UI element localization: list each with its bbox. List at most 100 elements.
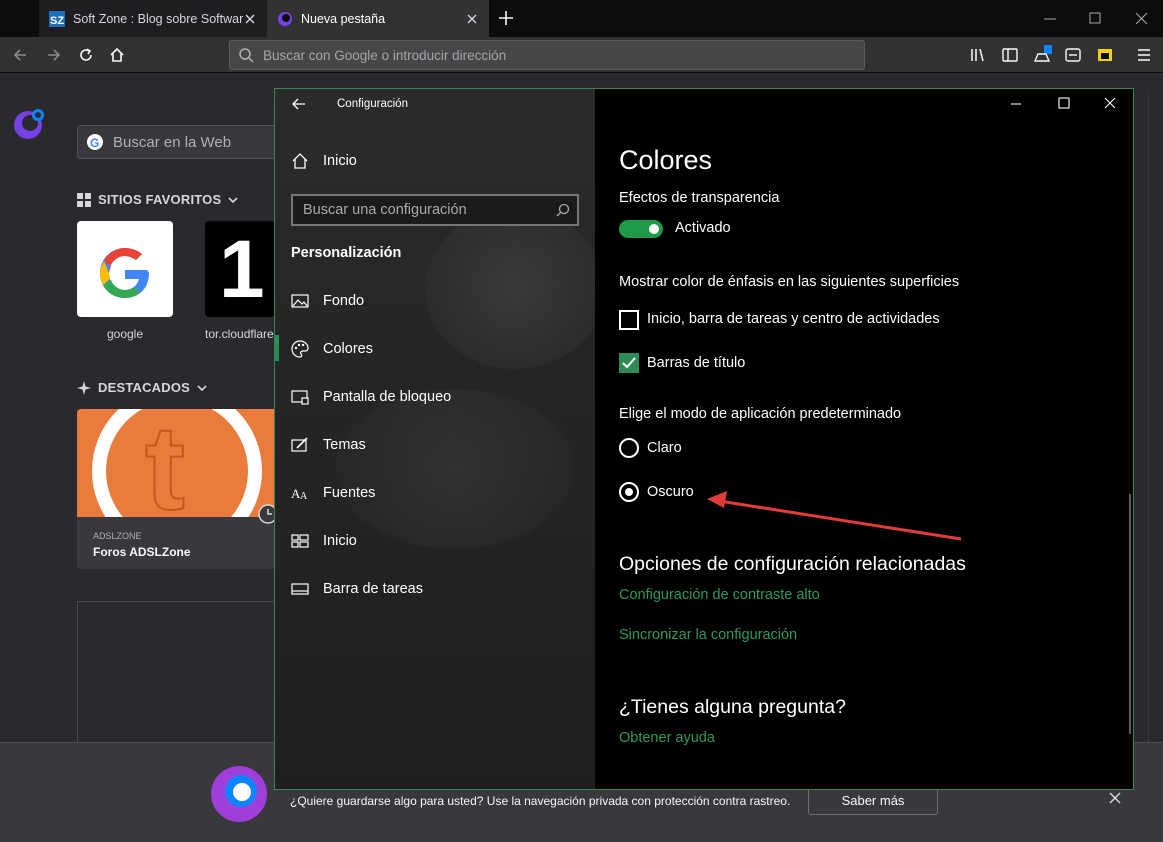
new-tab-icon[interactable] <box>497 9 515 27</box>
nav-colores[interactable]: Colores <box>275 329 595 369</box>
back-arrow-icon[interactable] <box>291 96 307 112</box>
back-icon[interactable] <box>6 41 34 69</box>
accent-surfaces-label: Mostrar color de énfasis en las siguient… <box>619 274 960 290</box>
nav-pantalla-bloqueo[interactable]: Pantalla de bloqueo <box>275 377 595 417</box>
lock-screen-icon <box>291 388 309 406</box>
nav-temas[interactable]: Temas <box>275 425 595 465</box>
web-search-input[interactable]: G Buscar en la Web <box>77 125 277 159</box>
palette-icon <box>291 340 309 358</box>
addon-icon[interactable] <box>1091 41 1119 69</box>
tab-bar: SZ Soft Zone : Blog sobre Software Nueva… <box>0 0 1163 37</box>
url-placeholder: Buscar con Google o introducir dirección <box>263 47 507 63</box>
close-tab-icon[interactable] <box>243 12 257 26</box>
minimize-icon[interactable] <box>1042 11 1058 27</box>
close-window-icon[interactable] <box>1134 11 1150 27</box>
chevron-down-icon <box>228 196 238 204</box>
card-image: t <box>77 409 277 517</box>
featured-heading[interactable]: DESTACADOS <box>77 380 207 395</box>
tile-label-google: google <box>106 327 144 341</box>
tab-title: Soft Zone : Blog sobre Software <box>73 11 243 26</box>
nav-fondo[interactable]: Fondo <box>275 281 595 321</box>
tile-tor-cloudflare[interactable]: 1 <box>205 221 275 317</box>
get-help-link[interactable]: Obtener ayuda <box>619 730 715 746</box>
scrollbar[interactable] <box>1148 94 1163 842</box>
tile-google[interactable] <box>77 221 173 317</box>
nav-home-label: Inicio <box>323 153 357 169</box>
sidebar-icon[interactable] <box>996 41 1024 69</box>
radio-claro-label: Claro <box>647 440 682 456</box>
settings-content: Colores Efectos de transparencia Activad… <box>595 89 1133 789</box>
radio-oscuro[interactable] <box>619 482 639 502</box>
nav-label: Fuentes <box>323 485 376 501</box>
tab-new-tab[interactable]: Nueva pestaña <box>267 0 489 37</box>
title-bars-label: Barras de título <box>647 355 746 371</box>
banner-text: ¿Quiere guardarse algo para usted? Use l… <box>290 794 791 808</box>
favorites-heading-text: SITIOS FAVORITOS <box>98 192 222 207</box>
taskbar-icon <box>291 580 309 598</box>
settings-search-placeholder: Buscar una configuración <box>303 202 467 218</box>
close-icon[interactable] <box>1102 95 1118 111</box>
high-contrast-link[interactable]: Configuración de contraste alto <box>619 587 820 603</box>
firefox-icon <box>277 11 293 27</box>
grid-icon <box>77 192 91 207</box>
settings-search-input[interactable]: Buscar una configuración <box>291 194 579 226</box>
featured-card[interactable]: t ADSLZONE Foros ADSLZone <box>77 409 277 569</box>
home-icon <box>291 152 309 170</box>
search-icon <box>556 203 570 217</box>
nav-barra-tareas[interactable]: Barra de tareas <box>275 569 595 609</box>
radio-claro[interactable] <box>619 438 639 458</box>
nav-label: Pantalla de bloqueo <box>323 389 452 405</box>
forward-icon[interactable] <box>40 41 68 69</box>
maximize-icon[interactable] <box>1088 11 1104 27</box>
card-logo-letter: t <box>145 409 185 517</box>
nav-label: Temas <box>323 437 366 453</box>
reload-icon[interactable] <box>72 41 100 69</box>
maximize-icon[interactable] <box>1056 95 1072 111</box>
nav-label: Fondo <box>323 293 365 309</box>
web-search-placeholder: Buscar en la Web <box>113 133 232 151</box>
favorites-heading[interactable]: SITIOS FAVORITOS <box>77 192 238 207</box>
nav-label: Inicio <box>323 533 357 549</box>
section-heading: Personalización <box>291 245 402 261</box>
library-icon[interactable] <box>964 41 992 69</box>
settings-window: Configuración Inicio Buscar una configur… <box>274 88 1134 790</box>
tab-softzone[interactable]: SZ Soft Zone : Blog sobre Software <box>39 0 267 37</box>
nav-label: Barra de tareas <box>323 581 423 597</box>
tile-label-tor: tor.cloudflare <box>205 327 274 341</box>
firefox-private-icon <box>208 761 270 823</box>
svg-text:SZ: SZ <box>50 15 64 27</box>
url-bar[interactable]: Buscar con Google o introducir dirección <box>229 40 865 70</box>
sync-settings-link[interactable]: Sincronizar la configuración <box>619 627 797 643</box>
content-scrollbar[interactable] <box>1129 494 1131 734</box>
nav-inicio[interactable]: Inicio <box>275 521 595 561</box>
sz-icon: SZ <box>49 10 65 27</box>
fonts-icon: AA <box>291 484 309 502</box>
settings-sidebar: Configuración Inicio Buscar una configur… <box>275 89 605 789</box>
transparency-toggle[interactable] <box>619 220 663 238</box>
extension-icon[interactable] <box>1059 41 1087 69</box>
nav-fuentes[interactable]: AA Fuentes <box>275 473 595 513</box>
close-tab-icon[interactable] <box>465 12 479 26</box>
svg-text:A: A <box>300 491 308 502</box>
nav-home[interactable]: Inicio <box>275 141 595 181</box>
card-source: ADSLZONE <box>93 531 142 541</box>
title-bars-checkbox[interactable] <box>619 353 639 373</box>
account-icon[interactable] <box>1028 41 1056 69</box>
home-icon[interactable] <box>103 41 131 69</box>
related-heading: Opciones de configuración relacionadas <box>619 553 966 575</box>
question-heading: ¿Tienes alguna pregunta? <box>619 696 846 718</box>
close-banner-icon[interactable] <box>1108 791 1122 805</box>
page-title: Colores <box>619 145 713 175</box>
minimize-icon[interactable] <box>1008 95 1024 111</box>
svg-text:G: G <box>90 136 99 150</box>
tile-glyph: 1 <box>219 224 265 315</box>
transparency-state: Activado <box>675 220 731 236</box>
settings-title: Configuración <box>337 98 408 110</box>
themes-icon <box>291 436 309 454</box>
google-icon: G <box>86 133 104 151</box>
empty-card <box>77 601 277 743</box>
start-taskbar-checkbox[interactable] <box>619 310 639 330</box>
image-icon <box>291 292 309 310</box>
card-title: Foros ADSLZone <box>93 545 191 559</box>
menu-icon[interactable] <box>1130 41 1158 69</box>
